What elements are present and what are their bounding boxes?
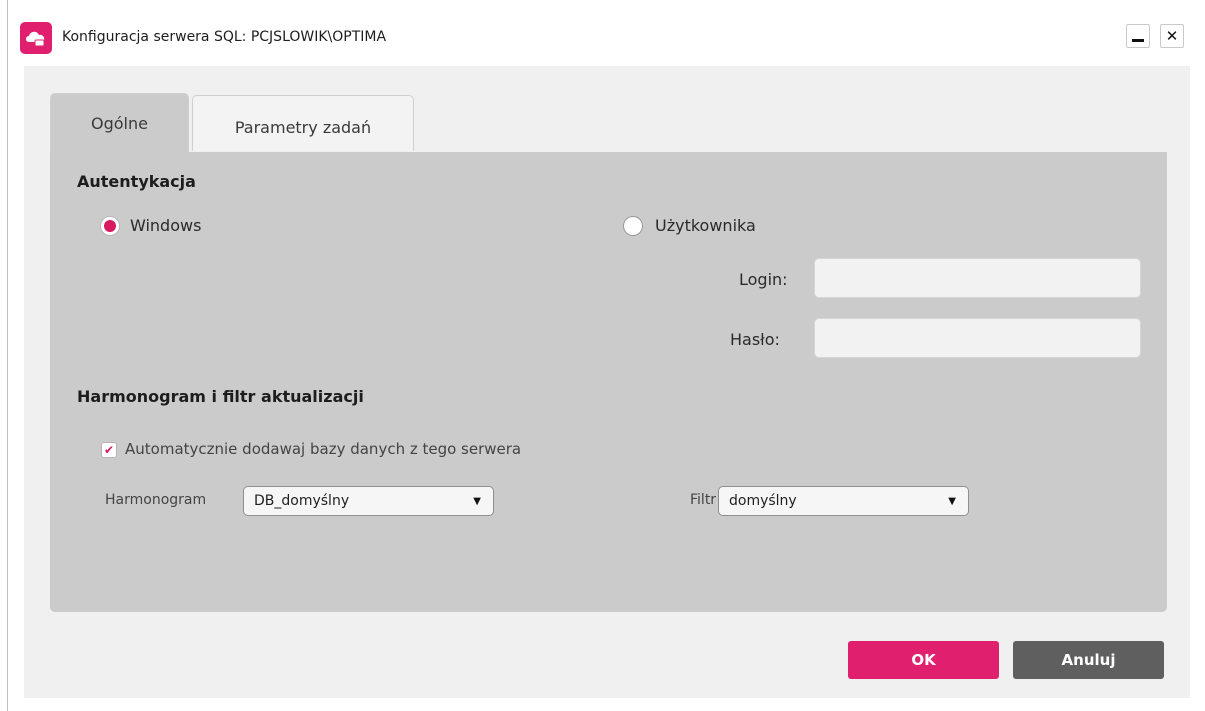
tab-parametry-zadan[interactable]: Parametry zadań: [192, 95, 414, 151]
harmonogram-value: DB_domyślny: [254, 493, 350, 509]
dropdown-arrow-icon: ▼: [948, 496, 956, 507]
ok-button[interactable]: OK: [848, 641, 999, 679]
cancel-button[interactable]: Anuluj: [1013, 641, 1164, 679]
minimize-icon: [1132, 38, 1144, 42]
tab-label: Parametry zadań: [234, 118, 372, 137]
auth-section-title: Autentykacja: [77, 172, 196, 191]
window-border-left: [7, 0, 8, 711]
login-field[interactable]: [814, 258, 1141, 298]
password-field[interactable]: [814, 318, 1141, 358]
minimize-button[interactable]: [1126, 24, 1150, 48]
tab-label: Ogólne: [91, 114, 148, 133]
login-label: Login:: [739, 270, 788, 289]
radio-windows[interactable]: [100, 216, 120, 236]
harmonogram-label: Harmonogram: [105, 492, 207, 508]
close-button[interactable]: ✕: [1160, 24, 1184, 48]
window-title: Konfiguracja serwera SQL: PCJSLOWIK\OPTI…: [62, 29, 387, 45]
dialog-content: Ogólne Parametry zadań Autentykacja Wind…: [24, 66, 1190, 698]
harmonogram-select[interactable]: DB_domyślny ▼: [243, 486, 494, 516]
filter-label: Filtr: [690, 492, 717, 508]
tab-panel: Autentykacja Windows Użytkownika Login: …: [50, 152, 1167, 612]
radio-windows-label: Windows: [130, 216, 202, 235]
dropdown-arrow-icon: ▼: [473, 496, 481, 507]
ok-button-label: OK: [911, 651, 936, 669]
filter-value: domyślny: [729, 493, 797, 509]
close-icon: ✕: [1165, 26, 1179, 45]
tab-ogolne[interactable]: Ogólne: [50, 93, 189, 153]
auto-add-checkbox[interactable]: ✔: [101, 442, 117, 458]
checkmark-icon: ✔: [103, 443, 115, 457]
password-label: Hasło:: [730, 330, 780, 349]
cloud-icon: [20, 22, 52, 54]
filter-select[interactable]: domyślny ▼: [718, 486, 969, 516]
radio-user[interactable]: [623, 216, 643, 236]
auto-add-label: Automatycznie dodawaj bazy danych z tego…: [125, 440, 522, 458]
radio-user-label: Użytkownika: [655, 216, 756, 235]
schedule-section-title: Harmonogram i filtr aktualizacji: [77, 387, 364, 406]
cancel-button-label: Anuluj: [1061, 651, 1116, 669]
